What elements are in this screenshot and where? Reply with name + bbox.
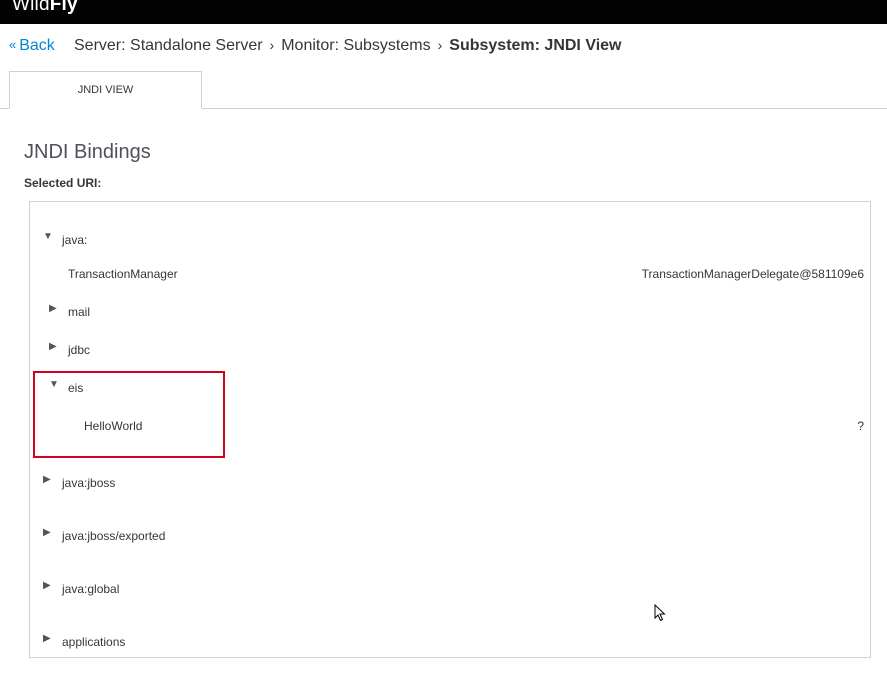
caret-down-icon[interactable]: ▼ [49, 379, 59, 390]
tree-leaf-helloworld[interactable]: HelloWorld ? [30, 416, 870, 436]
masthead: WildFly [0, 0, 887, 24]
tree-node-label[interactable]: java:jboss [62, 476, 115, 490]
tree-node-java-jboss-exported[interactable]: ▶ java:jboss/exported [30, 526, 870, 546]
caret-right-icon[interactable]: ▶ [49, 303, 57, 314]
tree-node-label[interactable]: mail [68, 305, 90, 319]
binding-value: TransactionManagerDelegate@581109e6 [641, 267, 864, 281]
tree-node-label[interactable]: java: [62, 233, 87, 247]
caret-right-icon[interactable]: ▶ [43, 633, 51, 644]
breadcrumb-item-server[interactable]: Server: Standalone Server [74, 37, 263, 54]
breadcrumb-bar: «Back Server: Standalone Server › Monitor:… [0, 24, 887, 68]
back-label: Back [19, 37, 55, 54]
breadcrumb-item-monitor[interactable]: Monitor: Subsystems [281, 37, 430, 54]
chevron-right-icon: › [269, 37, 275, 53]
double-chevron-left-icon: « [9, 37, 17, 52]
tree-node-java[interactable]: ▼ java: [30, 230, 870, 250]
tree-node-label[interactable]: java:global [62, 582, 119, 596]
caret-right-icon[interactable]: ▶ [49, 341, 57, 352]
chevron-right-icon: › [437, 37, 443, 53]
tree-node-mail[interactable]: ▶ mail [30, 302, 870, 322]
tab-strip: JNDI VIEW [0, 70, 887, 109]
tree-node-applications[interactable]: ▶ applications [30, 632, 870, 652]
caret-right-icon[interactable]: ▶ [43, 580, 51, 591]
caret-right-icon[interactable]: ▶ [43, 474, 51, 485]
tree-node-label[interactable]: HelloWorld [84, 419, 142, 433]
brand-part1: Wild [12, 0, 50, 15]
selected-uri-label: Selected URI: [24, 176, 102, 190]
tree-node-label[interactable]: TransactionManager [68, 267, 178, 281]
page-title: JNDI Bindings [24, 141, 151, 163]
tab-jndi-view[interactable]: JNDI VIEW [9, 71, 202, 109]
mouse-pointer-icon [654, 604, 666, 622]
tree-node-java-global[interactable]: ▶ java:global [30, 579, 870, 599]
tree-node-label[interactable]: applications [62, 635, 125, 649]
tree-node-label[interactable]: jdbc [68, 343, 90, 357]
caret-down-icon[interactable]: ▼ [43, 231, 53, 242]
caret-right-icon[interactable]: ▶ [43, 527, 51, 538]
tree-node-jdbc[interactable]: ▶ jdbc [30, 340, 870, 360]
brand-part2: Fly [49, 0, 78, 15]
tree-node-label[interactable]: eis [68, 381, 83, 395]
jndi-tree: ▼ java: TransactionManager TransactionMa… [29, 201, 871, 658]
tree-node-eis[interactable]: ▼ eis [30, 378, 870, 398]
breadcrumb-item-current: Subsystem: JNDI View [449, 37, 622, 54]
binding-value: ? [857, 419, 864, 433]
wildfly-logo: WildFly [12, 0, 78, 16]
tree-node-java-jboss[interactable]: ▶ java:jboss [30, 473, 870, 493]
tree-node-label[interactable]: java:jboss/exported [62, 529, 165, 543]
back-link[interactable]: «Back [9, 37, 55, 55]
tree-leaf-transactionmanager[interactable]: TransactionManager TransactionManagerDel… [30, 264, 870, 284]
breadcrumb: Server: Standalone Server › Monitor: Subsy… [74, 37, 622, 55]
